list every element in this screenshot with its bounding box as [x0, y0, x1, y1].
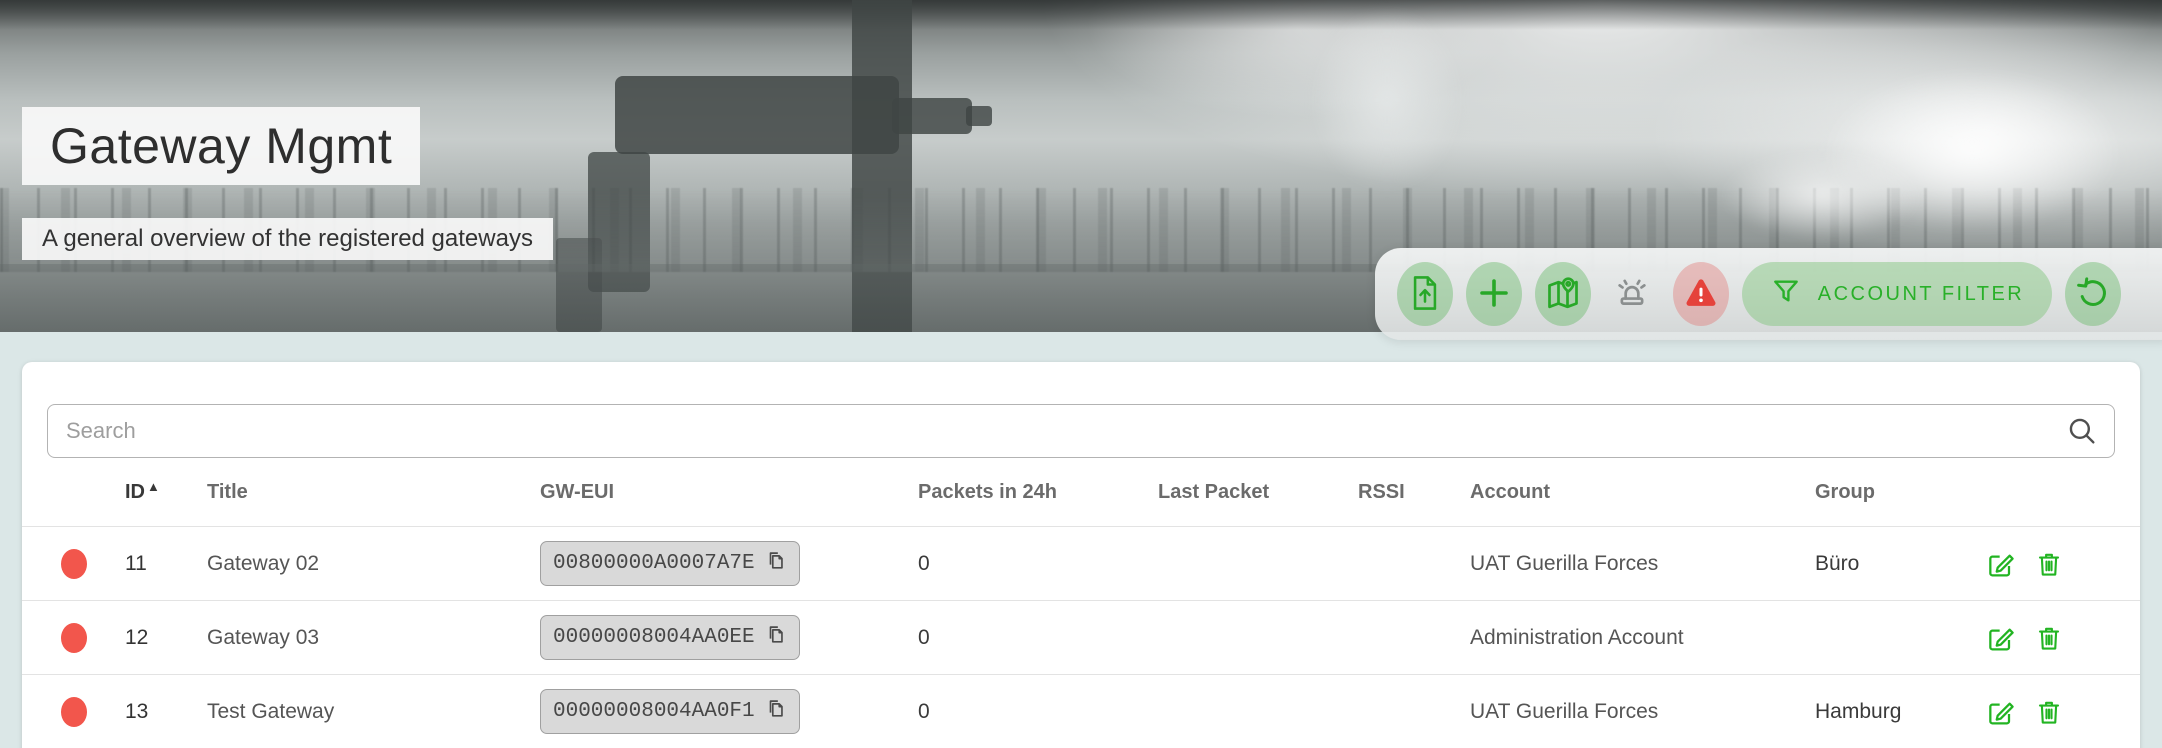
table-row[interactable]: 13 Test Gateway 00000008004AA0F1 0 UAT G… [22, 675, 2140, 748]
edit-gateway-button[interactable] [1985, 622, 2017, 654]
hero-header: Gateway Mgmt A general overview of the r… [0, 0, 2162, 340]
account-filter-label: ACCOUNT FILTER [1817, 282, 2025, 305]
edit-gateway-button[interactable] [1985, 548, 2017, 580]
table-row[interactable]: 12 Gateway 03 00000008004AA0EE 0 Adminis… [22, 601, 2140, 675]
gw-eui-cell: 00000008004AA0F1 [540, 689, 918, 734]
delete-gateway-button[interactable] [2033, 548, 2065, 580]
trash-icon [2034, 553, 2064, 583]
title-cell: Gateway 02 [207, 551, 320, 575]
map-pin-icon [1545, 275, 1581, 314]
column-header-rssi[interactable]: RSSI [1358, 481, 1470, 504]
status-dot [61, 548, 87, 579]
page-title-box: Gateway Mgmt [22, 107, 421, 185]
table-row[interactable]: 11 Gateway 02 00800000A0007A7E 0 UAT Gue… [22, 527, 2140, 601]
actions-cell [1985, 622, 2114, 654]
copy-icon [765, 548, 787, 579]
column-header-id[interactable]: ID ▲ [118, 478, 207, 504]
gw-eui-chip[interactable]: 00000008004AA0EE [540, 615, 800, 660]
search-icon [2065, 414, 2099, 453]
title-cell: Test Gateway [207, 699, 335, 723]
content-area: ID▲ Title GW-EUI Packets in 24h Last Pac… [0, 332, 2162, 748]
page-title: Gateway Mgmt [50, 118, 393, 174]
warning-triangle-icon [1682, 274, 1720, 315]
search-bar [47, 404, 2115, 458]
table-body: 11 Gateway 02 00800000A0007A7E 0 UAT Gue… [22, 527, 2140, 748]
gw-eui-value: 00000008004AA0EE [553, 626, 755, 649]
id-cell: 13 [125, 699, 149, 723]
sort-asc-icon: ▲ [147, 478, 160, 494]
column-header-gw-eui[interactable]: GW-EUI [540, 481, 918, 504]
hero-device-arm [892, 98, 972, 134]
packets-24h-cell: 0 [918, 699, 930, 723]
hero-device-tip [966, 106, 992, 126]
status-dot [61, 622, 87, 653]
search-input[interactable] [47, 404, 2115, 458]
account-filter-button[interactable]: ACCOUNT FILTER [1742, 262, 2052, 326]
gw-eui-value: 00000008004AA0F1 [553, 700, 755, 723]
account-cell: UAT Guerilla Forces [1470, 699, 1659, 723]
edit-pencil-icon [1985, 554, 2017, 583]
edit-gateway-button[interactable] [1985, 696, 2017, 728]
column-header-group[interactable]: Group [1815, 481, 1985, 504]
edit-pencil-icon [1985, 702, 2017, 731]
copy-icon [765, 696, 787, 727]
page-subtitle-box: A general overview of the registered gat… [22, 218, 553, 260]
account-cell: Administration Account [1470, 625, 1684, 649]
trash-icon [2034, 627, 2064, 657]
gw-eui-cell: 00800000A0007A7E [540, 541, 918, 586]
gateway-mgmt-page: Gateway Mgmt A general overview of the r… [0, 0, 2162, 748]
column-header-account[interactable]: Account [1470, 481, 1815, 504]
status-cell [48, 696, 118, 727]
gateway-table-card: ID▲ Title GW-EUI Packets in 24h Last Pac… [22, 362, 2140, 748]
toolbar: ACCOUNT FILTER [1375, 248, 2162, 340]
title-cell: Gateway 03 [207, 625, 320, 649]
filter-funnel-icon [1770, 275, 1802, 313]
packets-24h-cell: 0 [918, 551, 930, 575]
gw-eui-cell: 00000008004AA0EE [540, 615, 918, 660]
edit-pencil-icon [1985, 628, 2017, 657]
refresh-button[interactable] [2065, 262, 2121, 326]
group-cell: Hamburg [1815, 699, 1902, 723]
alarms-button[interactable] [1604, 262, 1660, 326]
copy-icon [765, 622, 787, 653]
id-cell: 11 [125, 551, 147, 575]
packets-24h-cell: 0 [918, 625, 930, 649]
add-gateway-button[interactable] [1466, 262, 1522, 326]
status-cell [48, 548, 118, 579]
siren-icon [1613, 274, 1651, 315]
hero-smoke-plume [1312, 10, 1462, 190]
hero-gateway-device [615, 76, 899, 154]
column-header-title[interactable]: Title [207, 481, 540, 504]
column-header-last-packet[interactable]: Last Packet [1158, 481, 1358, 504]
account-cell: UAT Guerilla Forces [1470, 551, 1659, 575]
gw-eui-chip[interactable]: 00800000A0007A7E [540, 541, 800, 586]
gw-eui-value: 00800000A0007A7E [553, 552, 755, 575]
export-gateways-button[interactable] [1397, 262, 1453, 326]
undo-icon [2075, 275, 2111, 314]
delete-gateway-button[interactable] [2033, 696, 2065, 728]
table-header: ID ▲ Title GW-EUI Packets in 24h Last Pac… [22, 458, 2140, 527]
actions-cell [1985, 696, 2114, 728]
delete-gateway-button[interactable] [2033, 622, 2065, 654]
status-dot [61, 696, 87, 727]
gateway-map-button[interactable] [1535, 262, 1591, 326]
hero-smoke-plume [1722, 150, 1922, 240]
trash-icon [2034, 701, 2064, 731]
group-cell: Büro [1815, 551, 1860, 575]
plus-icon [1476, 275, 1512, 314]
actions-cell [1985, 548, 2114, 580]
file-upload-icon [1408, 274, 1442, 315]
gw-eui-chip[interactable]: 00000008004AA0F1 [540, 689, 800, 734]
column-header-packets-24h[interactable]: Packets in 24h [918, 481, 1158, 504]
page-subtitle: A general overview of the registered gat… [42, 225, 533, 252]
warnings-button[interactable] [1673, 262, 1729, 326]
status-cell [48, 622, 118, 653]
id-cell: 12 [125, 625, 149, 649]
